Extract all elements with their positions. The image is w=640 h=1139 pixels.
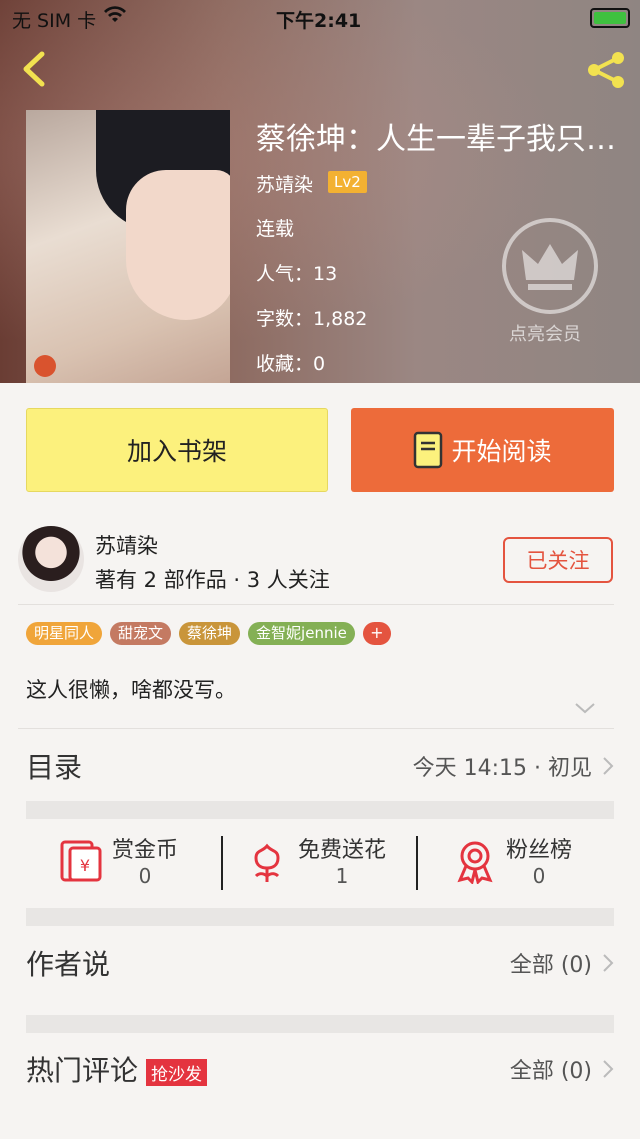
wifi-icon [104,6,126,29]
chevron-down-icon[interactable] [574,700,596,714]
svg-text:¥: ¥ [80,856,90,875]
chevron-right-icon [603,1060,614,1078]
hot-comments-count: 全部 (0) [509,1059,592,1084]
red-envelope-icon: ¥ [60,840,102,882]
book-cover-image[interactable] [26,110,230,383]
book-word-count: 字数：1,882 [256,308,368,330]
author-says-count: 全部 (0) [509,953,592,978]
latest-chapter: 今天 14:15 · 初见 [412,756,592,781]
reward-coins-item[interactable]: ¥ 赏金币 0 [58,832,178,888]
start-reading-label: 开始阅读 [451,437,552,466]
book-title: 蔡徐坤：人生一辈子我只… [256,122,616,157]
add-to-shelf-button[interactable]: 加入书架 [26,408,328,492]
more-tags-button[interactable]: + [362,622,391,645]
book-status: 连载 [256,218,295,240]
tag-item[interactable]: 明星同人 [26,622,103,645]
back-icon[interactable] [18,50,52,88]
share-icon[interactable] [584,50,628,90]
chevron-right-icon [603,954,614,972]
clock: 下午2:41 [276,10,362,32]
author-stats: 著有 2 部作品 · 3 人关注 [95,568,330,592]
first-comment-badge[interactable]: 抢沙发 [146,1058,208,1086]
divider [221,836,223,890]
reward-coins-count: 0 [138,864,152,888]
section-separator [26,908,614,926]
crown-icon[interactable] [502,218,598,314]
follow-button[interactable]: 已关注 [503,537,613,583]
flower-icon [254,843,280,882]
hot-comments-row[interactable]: 热门评论 抢沙发 全部 (0) [26,1046,614,1092]
medal-icon [457,841,493,884]
divider [416,836,418,890]
author-level-badge: Lv2 [328,171,367,193]
divider [18,604,614,605]
hot-comments-label: 热门评论 [26,1054,139,1087]
book-author[interactable]: 苏靖染 [256,170,313,197]
fan-ranking-count: 0 [532,864,546,888]
start-reading-button[interactable]: 开始阅读 [351,408,614,492]
tag-item[interactable]: 金智妮jennie [248,622,355,645]
battery-icon [590,8,630,28]
fan-ranking-item[interactable]: 粉丝榜 0 [452,832,572,888]
send-flower-item[interactable]: 免费送花 1 [244,832,386,888]
carrier-label: 无 SIM 卡 [12,10,97,32]
vip-label[interactable]: 点亮会员 [509,320,581,346]
author-name[interactable]: 苏靖染 [95,530,158,560]
book-icon [414,431,443,469]
section-separator [26,1015,614,1033]
book-header: 无 SIM 卡 下午2:41 蔡徐坤：人生一辈子我只… 苏靖染 Lv2 连载 人… [0,0,640,383]
chevron-right-icon [603,757,614,775]
tag-list: 明星同人 甜宠文 蔡徐坤 金智妮jennie + [26,622,391,645]
tag-item[interactable]: 蔡徐坤 [179,622,241,645]
send-flower-label: 免费送花 [298,838,387,863]
divider [18,728,614,729]
author-says-label: 作者说 [26,948,111,981]
catalog-row[interactable]: 目录 今天 14:15 · 初见 [26,744,614,788]
book-favorites: 收藏：0 [256,353,326,375]
reward-coins-label: 赏金币 [112,838,179,863]
section-separator [26,801,614,819]
add-to-shelf-label: 加入书架 [126,437,227,466]
fan-ranking-label: 粉丝榜 [506,838,573,863]
author-says-row[interactable]: 作者说 全部 (0) [26,940,614,986]
follow-label: 已关注 [526,549,590,573]
catalog-label: 目录 [26,751,83,784]
author-description: 这人很懒，啥都没写。 [26,678,236,702]
avatar[interactable] [18,526,84,592]
tag-item[interactable]: 甜宠文 [110,622,172,645]
send-flower-count: 1 [335,864,349,888]
status-bar: 无 SIM 卡 下午2:41 [0,0,640,36]
book-popularity: 人气：13 [256,263,338,285]
